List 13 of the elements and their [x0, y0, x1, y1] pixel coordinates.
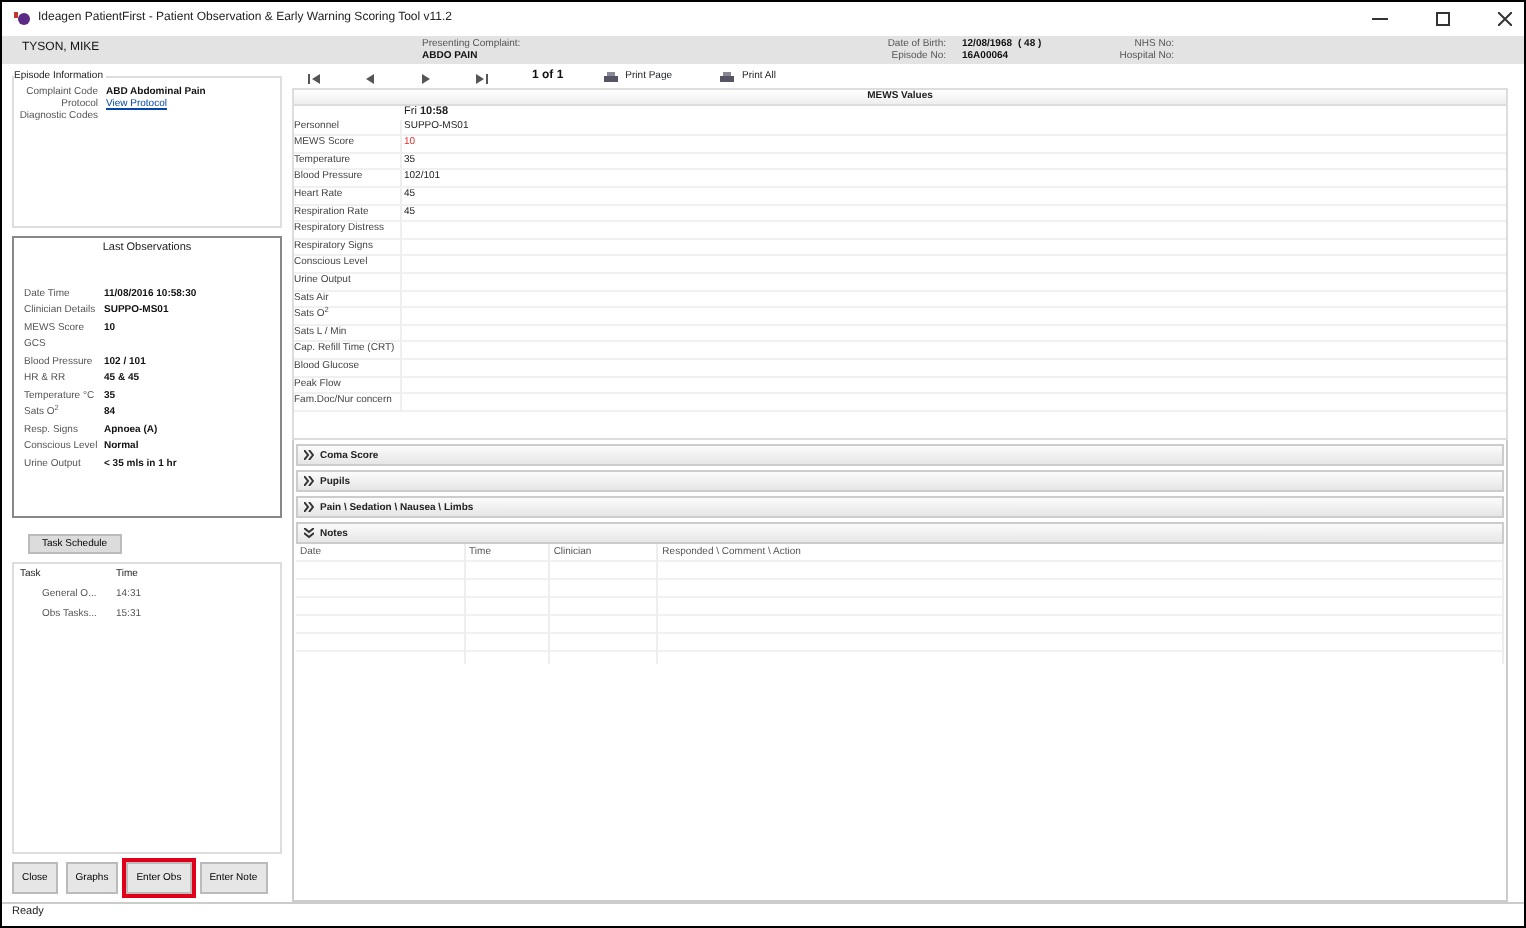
close-icon[interactable]: [1498, 12, 1512, 26]
last-page-icon[interactable]: [476, 73, 488, 83]
maximize-icon[interactable]: [1436, 12, 1450, 26]
previous-page-icon[interactable]: [364, 73, 376, 83]
first-page-icon[interactable]: [308, 73, 320, 83]
app-icon: [14, 12, 30, 26]
next-page-icon[interactable]: [420, 73, 432, 83]
expand-icon: [304, 450, 314, 460]
expand-icon: [304, 476, 314, 486]
collapse-icon: [304, 528, 314, 538]
printer-icon: [720, 72, 735, 84]
printer-icon: [603, 72, 618, 84]
expand-icon: [304, 502, 314, 512]
